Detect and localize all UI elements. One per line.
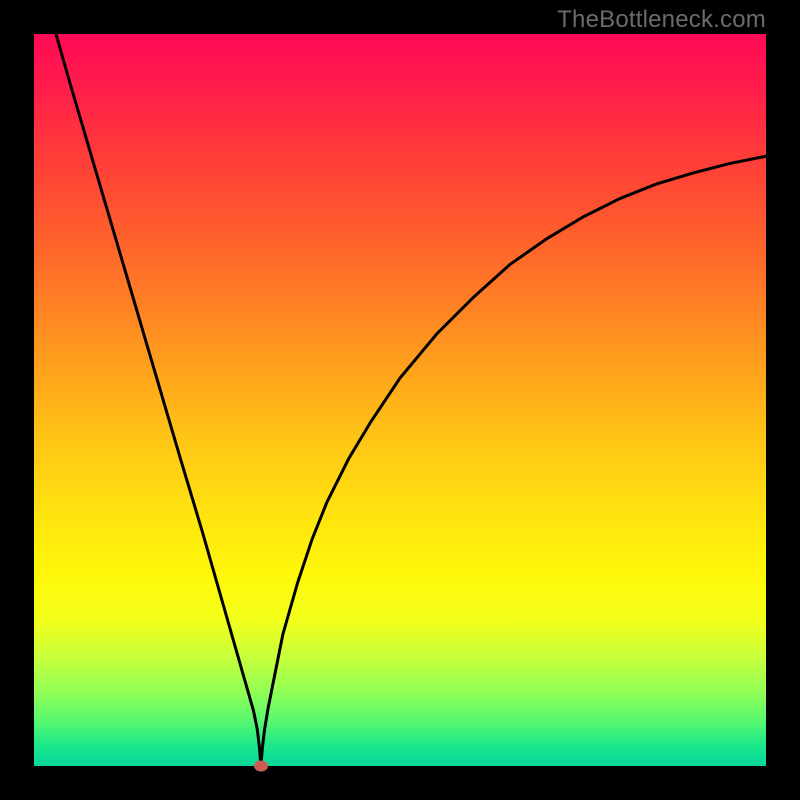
watermark-text: TheBottleneck.com xyxy=(557,6,766,34)
bottleneck-curve xyxy=(56,34,766,766)
minimum-marker xyxy=(254,761,268,772)
curve-svg xyxy=(34,34,766,766)
plot-area xyxy=(34,34,766,766)
chart-frame: TheBottleneck.com xyxy=(0,0,800,800)
